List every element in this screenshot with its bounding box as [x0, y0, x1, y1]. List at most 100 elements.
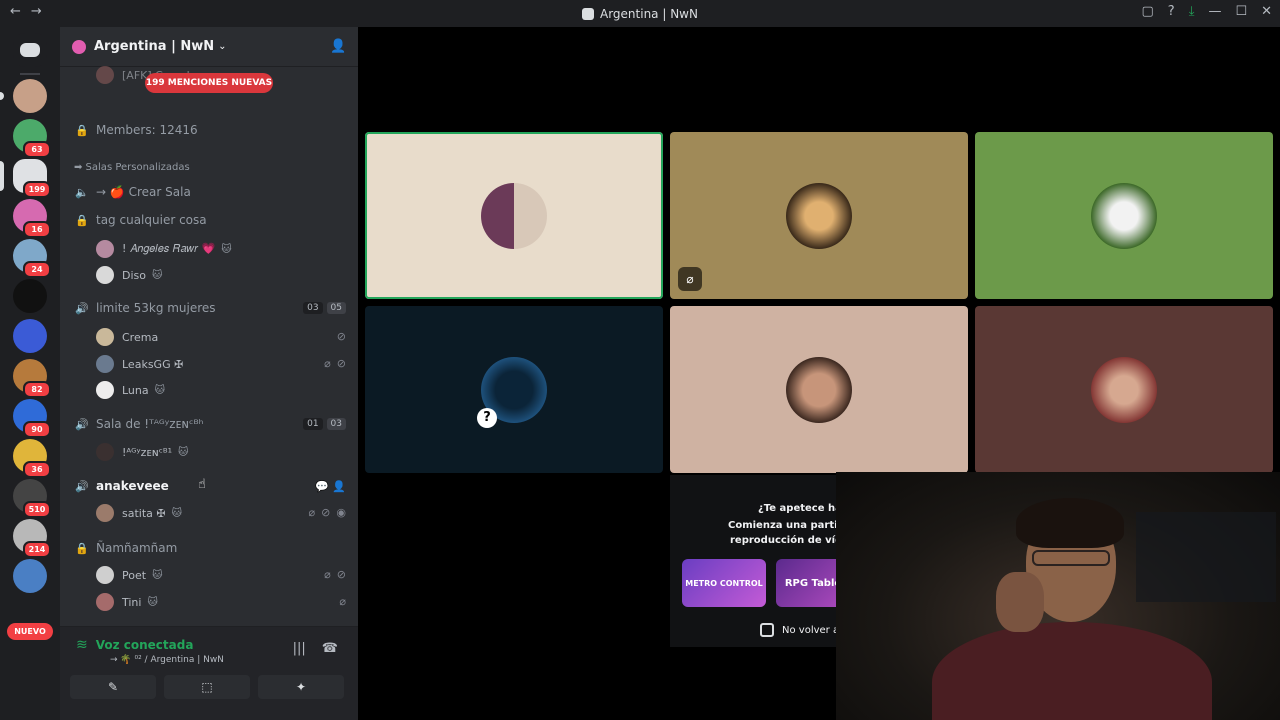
server-icon[interactable]	[13, 559, 47, 593]
server-icon[interactable]: 16	[13, 199, 51, 238]
history-nav: ← →	[10, 4, 42, 19]
promo-heading: ¿Te apetece hac	[758, 503, 848, 514]
server-icon[interactable]: 63	[13, 119, 51, 158]
avatar	[96, 504, 114, 522]
channel-namnamnam[interactable]: 🔒 Ñamñamñam	[74, 541, 346, 555]
avatar	[96, 240, 114, 258]
server-icon[interactable]	[13, 279, 47, 313]
muted-icon: ⌀	[678, 267, 702, 291]
person-hair	[1016, 498, 1124, 548]
checkbox[interactable]	[760, 623, 774, 637]
avatar	[96, 381, 114, 399]
home-button[interactable]	[13, 33, 47, 67]
channel-label: anakeveee	[96, 479, 169, 493]
channel-sala-de[interactable]: 🔊 Sala de !ᵀᴬᴳʸᴢᴇɴᶜᴮʰ 01 03	[74, 417, 346, 431]
download-icon[interactable]: ⤓	[1189, 4, 1195, 19]
chat-and-invite-icon[interactable]: 💬 👤	[315, 480, 346, 493]
cat-icon: 🐱	[152, 269, 163, 281]
deafened-icon: ⊘	[336, 357, 346, 370]
server-icon[interactable]	[13, 319, 47, 353]
disconnect-icon[interactable]: ☎	[322, 641, 338, 656]
voice-channel-name[interactable]: → 🌴 ⁰² / Argentina | NwN	[110, 655, 224, 665]
new-servers-pill[interactable]: NUEVO	[7, 623, 53, 640]
invite-people-icon[interactable]: 👤	[330, 39, 346, 55]
guild-name: Argentina | NwN	[94, 39, 215, 54]
signal-icon[interactable]: ≋	[76, 637, 88, 653]
maximize-icon[interactable]: ☐	[1235, 4, 1247, 19]
window-title: Argentina | NwN	[582, 7, 698, 21]
channel-label: Ñamñamñam	[96, 541, 178, 555]
server-icon[interactable]: 214	[13, 519, 51, 558]
voice-user[interactable]: satita ✠ 🐱 ⌀ ⊘ ◉	[96, 503, 346, 523]
voice-stage: ⌀ ? ¿Te apetece hac Comienza una partida…	[358, 27, 1280, 720]
inbox-icon[interactable]: ▢	[1141, 4, 1153, 19]
discord-logo-icon	[582, 7, 594, 20]
channel-crear-sala[interactable]: 🔈 → 🍎 Crear Sala	[74, 185, 346, 199]
server-icon[interactable]: 510	[13, 479, 51, 518]
help-icon[interactable]: ?	[1168, 4, 1175, 19]
voice-user[interactable]: Tini 🐱 ⌀	[96, 592, 346, 612]
camera-off-button[interactable]: ✎	[70, 675, 156, 699]
channel-limite[interactable]: 🔊 limite 53kg mujeres 03 05	[74, 301, 346, 315]
person-hand	[996, 572, 1044, 632]
username: Poet	[122, 568, 147, 582]
voice-user[interactable]: LeaksGG ✠ ⌀ ⊘	[96, 354, 346, 374]
activity-card[interactable]: METRO CONTROL	[682, 559, 766, 607]
channel-label: limite 53kg mujeres	[96, 301, 216, 315]
voice-user[interactable]: Poet 🐱 ⌀ ⊘	[96, 565, 346, 585]
server-icon[interactable]: 82	[13, 359, 51, 398]
avatar	[96, 566, 114, 584]
server-icon[interactable]: 90	[13, 399, 51, 438]
avatar	[96, 443, 114, 461]
voice-user[interactable]: !ᴬᴳʸᴢᴇɴᶜᴮ¹ 🐱	[96, 442, 346, 462]
participant-tile[interactable]	[365, 132, 663, 299]
category-header[interactable]: ➡ Salas Personalizadas	[74, 162, 190, 173]
current-count: 01	[303, 418, 323, 430]
avatar	[96, 266, 114, 284]
participant-tile[interactable]	[975, 306, 1273, 473]
participant-avatar	[1091, 356, 1157, 423]
new-mentions-pill[interactable]: 199 MENCIONES NUEVAS	[145, 73, 273, 93]
server-icon[interactable]: 24	[13, 239, 51, 278]
server-icon-active[interactable]: 199	[0, 159, 51, 198]
deafened-icon: ⊘	[321, 506, 331, 519]
screen-share-button[interactable]: ⬚	[164, 675, 250, 699]
voice-user[interactable]: ! 𝐴𝑛𝑔𝑒𝑙𝑒𝑠 𝑅𝑎𝑤𝑟 💗 🐱	[96, 239, 346, 259]
activities-button[interactable]: ✦	[258, 675, 344, 699]
participant-avatar	[786, 356, 852, 423]
limit-count: 03	[326, 418, 346, 430]
server-icon[interactable]	[0, 79, 47, 113]
noise-suppression-icon[interactable]: |||	[293, 641, 306, 656]
user-limit-counter: 03 05	[303, 302, 346, 314]
channel-tag[interactable]: 🔒 tag cualquier cosa	[74, 213, 346, 227]
channel-anakeveee[interactable]: 🔊 anakeveee 💬 👤	[74, 479, 346, 493]
participant-tile[interactable]: ⌀	[670, 132, 968, 299]
channel-label: tag cualquier cosa	[96, 213, 207, 227]
close-icon[interactable]: ✕	[1261, 4, 1272, 19]
participant-tile[interactable]	[670, 306, 968, 473]
channel-members[interactable]: 🔒 Members: 12416	[74, 123, 346, 137]
forward-arrow-icon[interactable]: →	[31, 4, 42, 19]
window-controls: ▢ ? ⤓ — ☐ ✕	[1141, 4, 1272, 19]
server-icon[interactable]: 36	[13, 439, 51, 478]
channel-label: → 🍎 Crear Sala	[96, 185, 191, 199]
username: !ᴬᴳʸᴢᴇɴᶜᴮ¹	[122, 445, 172, 459]
muted-icon: ⌀	[324, 568, 331, 581]
mention-badge: 24	[23, 261, 51, 278]
voice-user[interactable]: Diso 🐱	[96, 265, 346, 285]
muted-icon: ⌀	[324, 357, 331, 370]
minimize-icon[interactable]: —	[1208, 4, 1221, 19]
guild-header[interactable]: Argentina | NwN ⌄ 👤	[60, 27, 358, 67]
voice-status[interactable]: Voz conectada	[96, 638, 194, 652]
cat-icon: 🐱	[152, 569, 163, 581]
participant-tile[interactable]: ?	[365, 306, 663, 473]
voice-user[interactable]: Crema ⊘	[96, 327, 346, 347]
dont-show-again[interactable]: No volver a	[760, 623, 839, 637]
username: satita ✠	[122, 506, 166, 520]
voice-user[interactable]: Luna 🐱	[96, 380, 346, 400]
speaker-icon: 🔊	[75, 479, 89, 493]
participant-tile[interactable]	[975, 132, 1273, 299]
back-arrow-icon[interactable]: ←	[10, 4, 21, 19]
speaker-icon: 🔊	[75, 417, 89, 431]
avatar	[96, 355, 114, 373]
